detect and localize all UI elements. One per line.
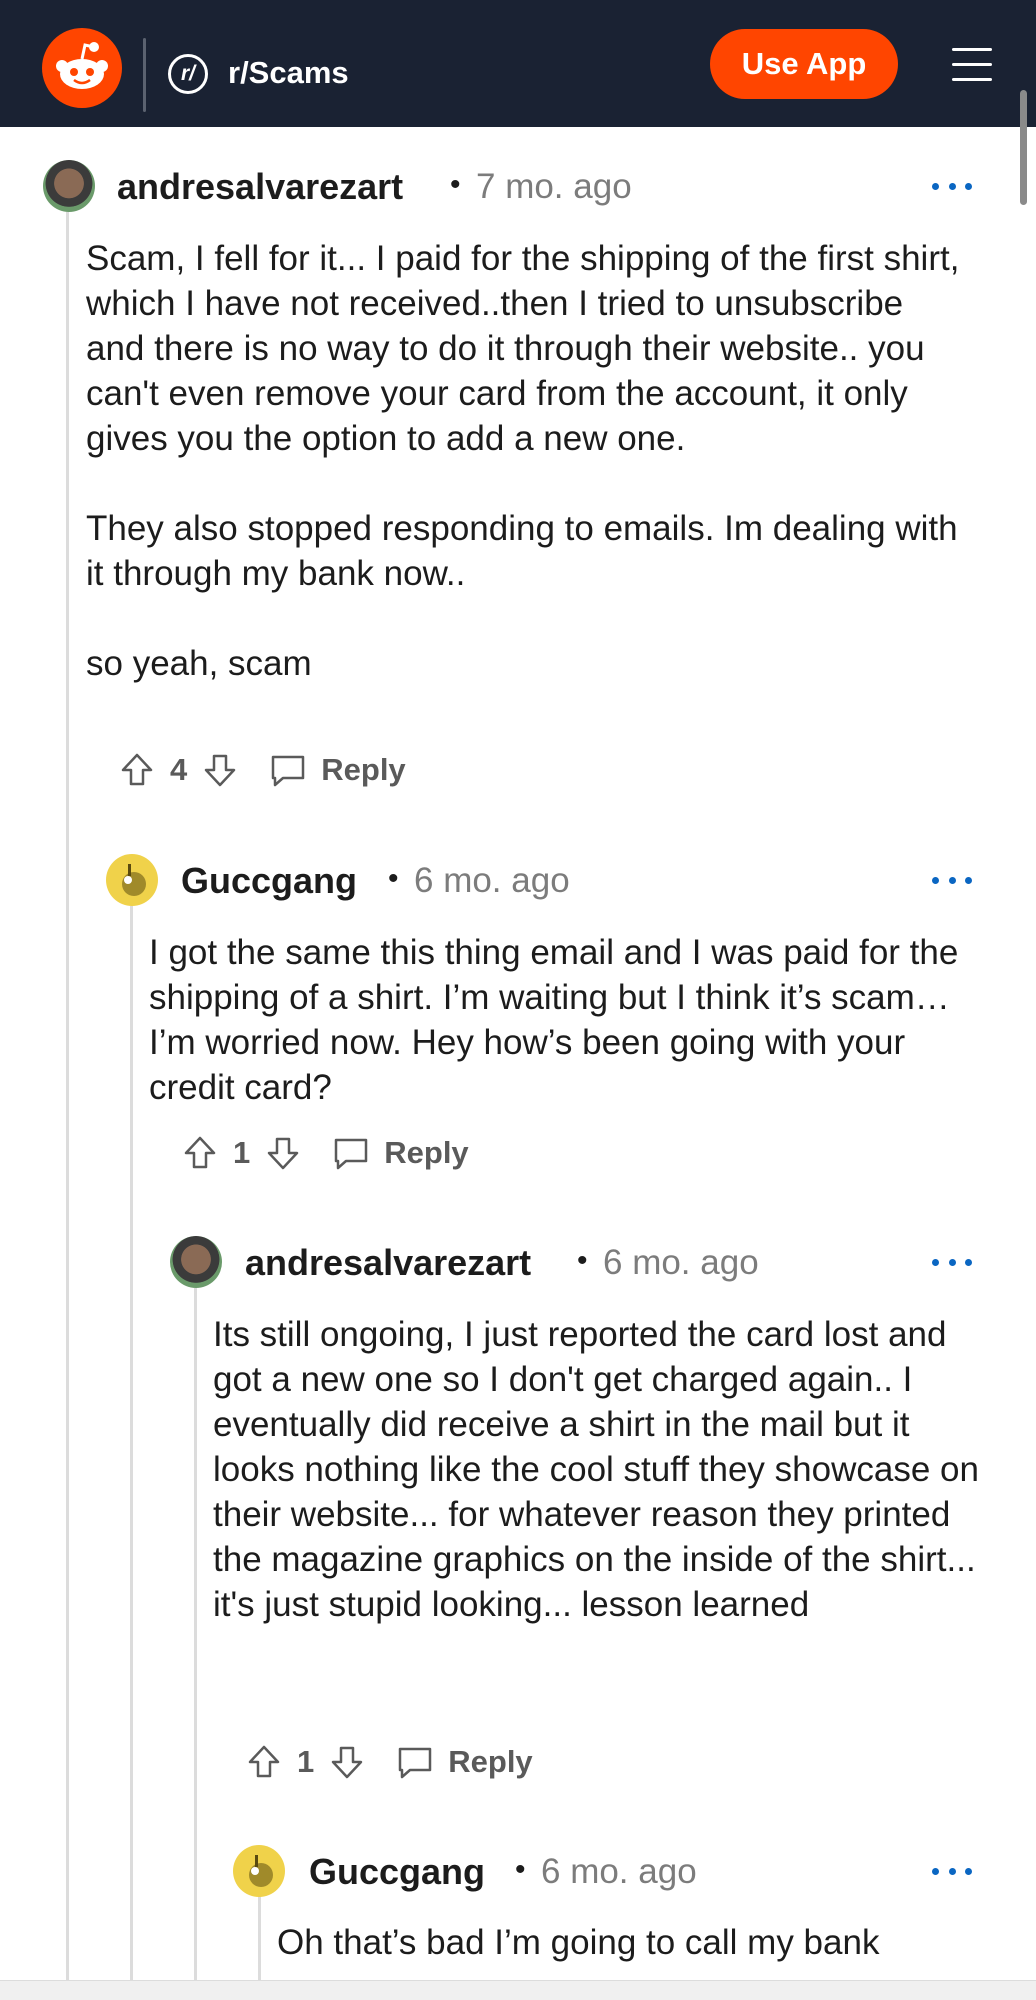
comment-paragraph: Scam, I fell for it... I paid for the sh… — [86, 239, 960, 458]
vote-count: 1 — [297, 1744, 315, 1779]
comment-bubble-icon — [335, 1138, 368, 1170]
comment-bubble-icon — [399, 1747, 432, 1779]
avatar[interactable] — [106, 854, 158, 906]
reply-label: Reply — [448, 1744, 533, 1779]
thread-line[interactable] — [130, 906, 133, 1980]
more-options-icon[interactable] — [932, 183, 972, 193]
comment-username[interactable]: andresalvarezart — [117, 166, 403, 208]
top-bar: r/ r/Scams Use App — [0, 0, 1036, 127]
comment-paragraph: Oh that’s bad I’m going to call my bank — [277, 1923, 880, 1962]
scrollbar[interactable] — [1020, 90, 1027, 205]
thread-line[interactable] — [66, 212, 69, 1980]
separator-dot: • — [577, 1244, 588, 1277]
reply-label: Reply — [384, 1135, 469, 1170]
more-options-icon[interactable] — [932, 1868, 972, 1878]
downvote-icon[interactable] — [328, 1743, 366, 1781]
upvote-icon[interactable] — [181, 1134, 219, 1172]
vote-count: 4 — [170, 752, 188, 787]
reddit-logo-icon[interactable] — [42, 28, 122, 108]
avatar[interactable] — [43, 160, 95, 212]
comment-body: I got the same this thing email and I wa… — [149, 930, 966, 1110]
downvote-icon[interactable] — [264, 1134, 302, 1172]
separator-dot: • — [450, 168, 461, 201]
separator-dot: • — [515, 1853, 526, 1886]
subreddit-icon: r/ — [168, 54, 208, 94]
avatar[interactable] — [233, 1845, 285, 1897]
reply-button[interactable]: Reply — [269, 751, 406, 789]
comment-bubble-icon — [272, 755, 305, 787]
reply-button[interactable]: Reply — [332, 1134, 469, 1172]
comment-actions: 1 Reply — [181, 1128, 469, 1178]
comment-body: Scam, I fell for it... I paid for the sh… — [86, 236, 966, 686]
thread-line[interactable] — [258, 1896, 261, 1980]
comment-paragraph: They also stopped responding to emails. … — [86, 509, 958, 593]
comment-paragraph: Its still ongoing, I just reported the c… — [213, 1315, 979, 1624]
more-options-icon[interactable] — [932, 877, 972, 887]
reply-button[interactable]: Reply — [396, 1743, 533, 1781]
comment-timestamp: 6 mo. ago — [603, 1243, 759, 1282]
comment-timestamp: 7 mo. ago — [476, 167, 632, 206]
comment-timestamp: 6 mo. ago — [541, 1852, 697, 1891]
comment-paragraph: so yeah, scam — [86, 644, 312, 683]
comment-username[interactable]: Guccgang — [181, 860, 357, 902]
comment-body: Its still ongoing, I just reported the c… — [213, 1312, 983, 1627]
menu-icon[interactable] — [952, 48, 992, 84]
vote-count: 1 — [233, 1135, 251, 1170]
use-app-button[interactable]: Use App — [710, 29, 898, 99]
comment-actions: 4 Reply — [118, 745, 406, 795]
comment-body: Oh that’s bad I’m going to call my bank — [277, 1920, 977, 1965]
upvote-icon[interactable] — [245, 1743, 283, 1781]
thread-line[interactable] — [194, 1288, 197, 1980]
more-options-icon[interactable] — [932, 1259, 972, 1269]
avatar[interactable] — [170, 1236, 222, 1288]
comment-paragraph: I got the same this thing email and I wa… — [149, 933, 959, 1107]
comment-username[interactable]: andresalvarezart — [245, 1242, 531, 1284]
downvote-icon[interactable] — [201, 751, 239, 789]
subreddit-name[interactable]: r/Scams — [228, 55, 349, 91]
reply-label: Reply — [321, 752, 406, 787]
comment-actions: 1 Reply — [245, 1737, 533, 1787]
header-divider — [143, 38, 146, 112]
comment-username[interactable]: Guccgang — [309, 1851, 485, 1893]
bottom-bar — [0, 1980, 1036, 2000]
separator-dot: • — [388, 862, 399, 895]
upvote-icon[interactable] — [118, 751, 156, 789]
comment-timestamp: 6 mo. ago — [414, 861, 570, 900]
